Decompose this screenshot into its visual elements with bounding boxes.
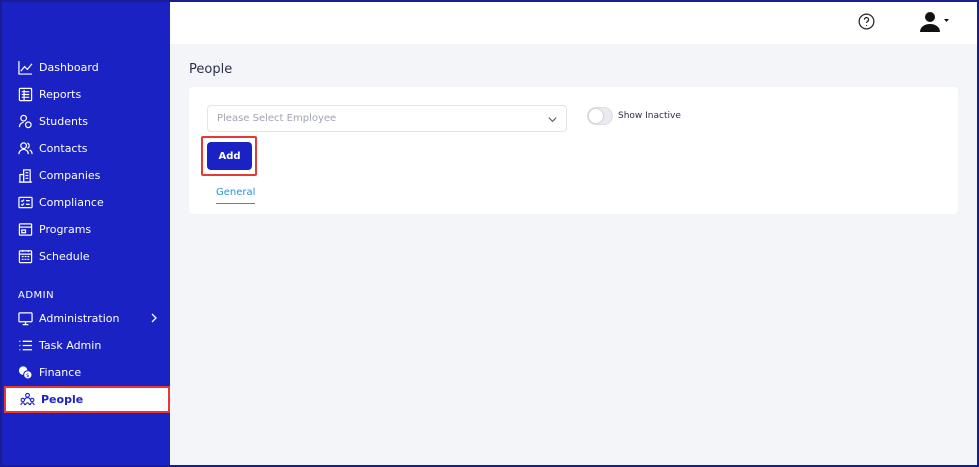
question-circle-icon[interactable] (858, 13, 875, 30)
sidebar-item-label: Programs (39, 223, 92, 236)
people-card: Please Select Employee Show Inactive Add… (189, 87, 958, 214)
sidebar-item-administration[interactable]: Administration (2, 305, 170, 332)
reports-icon (17, 87, 33, 103)
sidebar-item-label: Finance (39, 366, 82, 379)
sidebar-item-compliance[interactable]: Compliance (2, 189, 170, 216)
top-bar (170, 2, 977, 44)
coins-icon: $ (17, 365, 33, 381)
sidebar-section-admin: ADMIN (18, 290, 55, 301)
sidebar-item-label: Compliance (39, 196, 104, 209)
chevron-right-icon (151, 313, 157, 323)
people-icon (19, 392, 35, 408)
sidebar-item-dashboard[interactable]: Dashboard (2, 54, 170, 81)
sidebar-item-schedule[interactable]: Schedule (2, 243, 170, 270)
sidebar-item-reports[interactable]: Reports (2, 81, 170, 108)
students-icon (17, 114, 33, 130)
sidebar-item-label: People (41, 393, 84, 406)
contacts-icon (17, 141, 33, 157)
sidebar-item-label: Schedule (39, 250, 90, 263)
sidebar-item-companies[interactable]: Companies (2, 162, 170, 189)
sidebar-item-programs[interactable]: Programs (2, 216, 170, 243)
employee-select-placeholder: Please Select Employee (217, 113, 337, 124)
sidebar-item-label: Task Admin (39, 339, 102, 352)
companies-icon (17, 168, 33, 184)
sidebar-item-task-admin[interactable]: Task Admin (2, 332, 170, 359)
sidebar-item-label: Reports (39, 88, 82, 101)
compliance-icon (17, 195, 33, 211)
chart-line-icon (17, 60, 33, 76)
chevron-down-icon (548, 117, 557, 123)
tab-general[interactable]: General (216, 187, 256, 204)
toggle-knob (589, 109, 603, 123)
add-button[interactable]: Add (207, 142, 252, 170)
sidebar-item-label: Administration (39, 312, 120, 325)
sidebar-item-contacts[interactable]: Contacts (2, 135, 170, 162)
employee-select[interactable]: Please Select Employee (207, 105, 567, 132)
main-content: People Please Select Employee Show Inact… (170, 44, 977, 465)
user-icon (920, 12, 949, 32)
page-title: People (189, 62, 233, 77)
calendar-icon (17, 249, 33, 265)
sidebar-item-students[interactable]: Students (2, 108, 170, 135)
sidebar-item-label: Dashboard (39, 61, 99, 74)
sidebar-item-people[interactable]: People (4, 386, 170, 413)
sidebar-item-label: Companies (39, 169, 101, 182)
sidebar: Dashboard Reports Students Contacts Comp… (2, 2, 170, 465)
svg-text:$: $ (26, 373, 30, 379)
list-icon (17, 338, 33, 354)
sidebar-item-label: Contacts (39, 142, 88, 155)
monitor-icon (17, 311, 33, 327)
show-inactive-toggle[interactable] (587, 107, 613, 125)
show-inactive-label: Show Inactive (618, 111, 681, 121)
user-menu[interactable] (918, 11, 952, 33)
sidebar-item-label: Students (39, 115, 89, 128)
sidebar-item-finance[interactable]: $ Finance (2, 359, 170, 386)
programs-icon (17, 222, 33, 238)
caret-down-icon (944, 19, 949, 22)
